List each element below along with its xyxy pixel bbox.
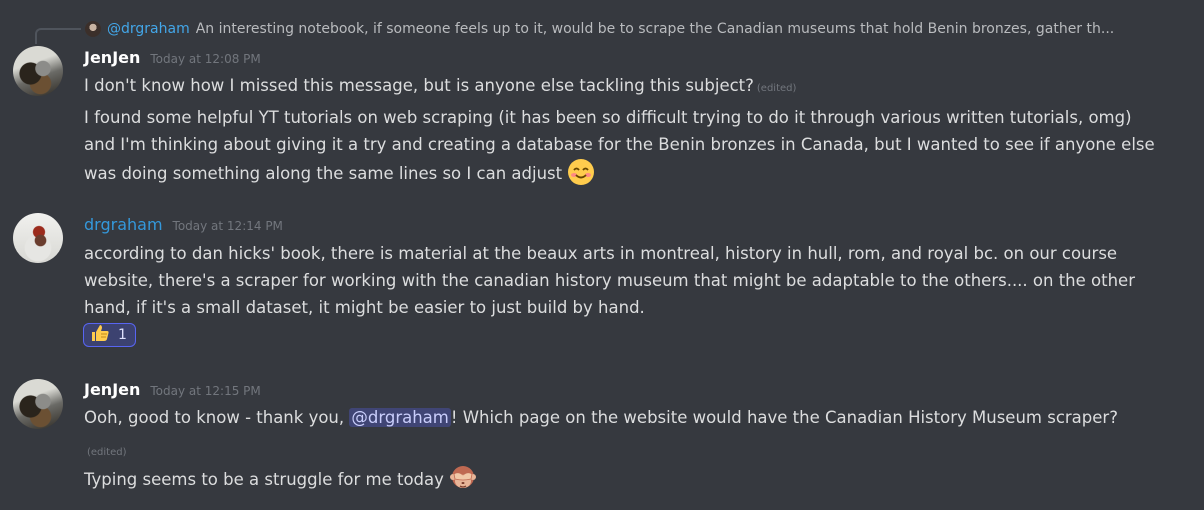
edited-label-wrap: (edited) [87, 440, 127, 459]
message-text-paragraph: I found some helpful YT tutorials on web… [84, 108, 1155, 183]
message-header: JenJen Today at 12:15 PM [84, 380, 261, 399]
message-header: drgraham Today at 12:14 PM [84, 215, 283, 234]
reply-preview[interactable]: @drgraham An interesting notebook, if so… [85, 18, 1195, 40]
timestamp: Today at 12:08 PM [150, 52, 261, 66]
message-text: I don't know how I missed this message, … [84, 72, 1184, 102]
reply-text: An interesting notebook, if someone feel… [195, 21, 1115, 37]
avatar[interactable] [13, 213, 63, 263]
user-mention[interactable]: @drgraham [349, 408, 451, 427]
message-header: JenJen Today at 12:08 PM [84, 48, 261, 67]
username[interactable]: JenJen [84, 48, 140, 67]
message-text-after: ! Which page on the website would have t… [450, 408, 1118, 427]
username[interactable]: drgraham [84, 215, 163, 234]
reaction-count: 1 [118, 327, 127, 343]
message-text-followup: Typing seems to be a struggle for me tod… [84, 470, 444, 489]
timestamp: Today at 12:15 PM [150, 384, 261, 398]
reaction-thumbs-up[interactable]: 1 [83, 323, 136, 347]
message-text: I found some helpful YT tutorials on web… [84, 104, 1164, 187]
edited-label: (edited) [756, 83, 797, 94]
message-text: Ooh, good to know - thank you, @drgraham… [84, 404, 1184, 431]
smiling-face-icon [567, 158, 595, 186]
reply-mention[interactable]: @drgraham [107, 21, 190, 37]
timestamp: Today at 12:14 PM [172, 219, 283, 233]
username[interactable]: JenJen [84, 380, 140, 399]
message-text-before: Ooh, good to know - thank you, [84, 408, 345, 427]
message-text: according to dan hicks' book, there is m… [84, 244, 1135, 317]
edited-label: (edited) [87, 447, 127, 458]
avatar[interactable] [13, 379, 63, 429]
thumbs-up-icon [90, 323, 110, 347]
avatar[interactable] [13, 46, 63, 96]
see-no-evil-monkey-icon [449, 464, 477, 492]
message-text: Typing seems to be a struggle for me tod… [84, 464, 1184, 493]
reply-connector-line [35, 28, 81, 44]
message-text-line: I don't know how I missed this message, … [84, 76, 754, 95]
reply-avatar [85, 21, 101, 37]
